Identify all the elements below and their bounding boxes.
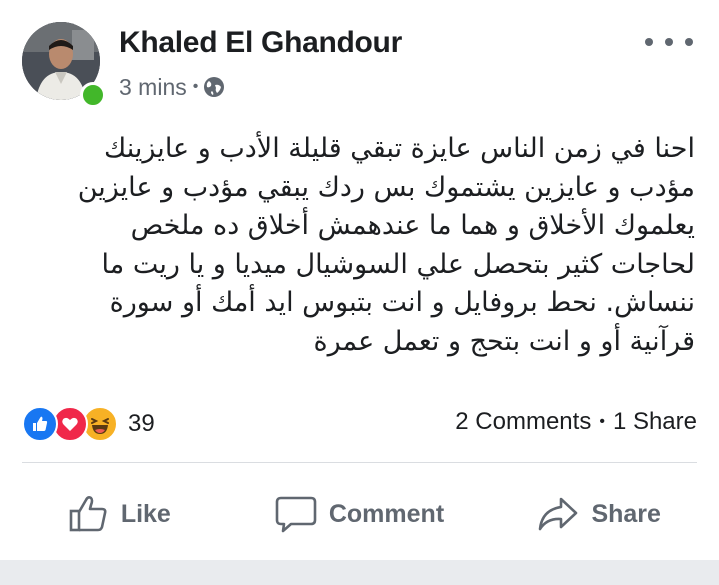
post-text-line: ننساش. نحط بروفايل و انت بتبوس ايد أمك أ… — [109, 287, 695, 318]
meta-separator: • — [192, 78, 199, 95]
engagement-separator: • — [599, 413, 605, 430]
post-timestamp[interactable]: 3 mins — [119, 74, 187, 101]
like-button[interactable]: Like — [0, 482, 240, 546]
author-name[interactable]: Khaled El Ghandour — [119, 26, 402, 60]
post-text: احنا في زمن الناس عايزة تبقي قليلة الأدب… — [24, 130, 695, 361]
post-card: Khaled El Ghandour 3 mins • احنا في زمن … — [0, 0, 719, 560]
like-button-label: Like — [120, 499, 171, 528]
thumbs-up-icon — [69, 496, 107, 532]
like-reaction-icon — [22, 406, 58, 442]
more-dot — [685, 38, 693, 46]
online-status-indicator — [80, 82, 106, 108]
post-text-line: يعلموك الأخلاق و هما ما عندهمش أخلاق ده … — [130, 210, 695, 241]
more-options-icon[interactable] — [645, 32, 693, 52]
post-text-line: قرآنية أو و انت بتحج و تعمل عمرة — [313, 325, 695, 357]
feed-gap — [0, 560, 719, 585]
divider — [22, 462, 697, 463]
share-button[interactable]: Share — [479, 482, 719, 546]
post-actions: Like Comment Share — [0, 482, 719, 546]
reaction-count[interactable]: 39 — [128, 410, 155, 438]
more-dot — [645, 38, 653, 46]
reactions-summary[interactable]: 39 — [22, 404, 155, 444]
share-arrow-icon — [539, 497, 578, 531]
globe-icon[interactable] — [203, 76, 225, 98]
comment-button[interactable]: Comment — [240, 482, 480, 546]
author-avatar-wrap[interactable] — [22, 22, 106, 108]
share-button-label: Share — [591, 499, 661, 528]
comment-bubble-icon — [275, 496, 317, 533]
post-text-line: احنا في زمن الناس عايزة تبقي قليلة الأدب… — [103, 133, 695, 164]
shares-count-link[interactable]: 1 Share — [613, 408, 697, 436]
post-text-line: لحاجات كثير بتحصل علي السوشيال ميديا و ي… — [101, 248, 695, 280]
comments-count-link[interactable]: 2 Comments — [455, 408, 591, 436]
engagement-summary: 2 Comments • 1 Share — [455, 408, 697, 436]
post-meta: 3 mins • — [119, 72, 225, 102]
post-text-line: مؤدب و عايزين يشتموك بس ردك يبقي مؤدب و … — [77, 171, 695, 203]
comment-button-label: Comment — [328, 499, 445, 528]
more-dot — [665, 38, 673, 46]
